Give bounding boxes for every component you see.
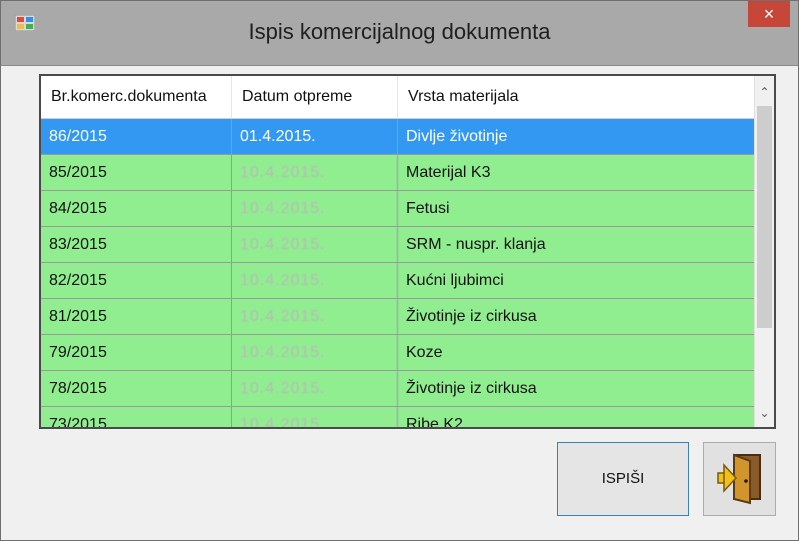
cell-ship-date[interactable]: 10.4.2015.	[232, 407, 398, 427]
cell-ship-date[interactable]: 01.4.2015.	[232, 119, 398, 154]
column-header-ship-date[interactable]: Datum otpreme	[232, 76, 398, 118]
cell-doc-number[interactable]: 83/2015	[41, 227, 232, 262]
print-button[interactable]: ISPIŠI	[557, 442, 689, 516]
exit-button[interactable]	[703, 442, 776, 516]
grid-header: Br.komerc.dokumenta Datum otpreme Vrsta …	[41, 76, 755, 119]
cell-ship-date[interactable]: 10.4.2015.	[232, 155, 398, 190]
table-row[interactable]: 82/2015 10.4.2015. Kućni ljubimci	[41, 263, 755, 299]
cell-ship-date[interactable]: 10.4.2015.	[232, 191, 398, 226]
window-title: Ispis komercijalnog dokumenta	[248, 19, 551, 44]
cell-doc-number[interactable]: 84/2015	[41, 191, 232, 226]
cell-doc-number[interactable]: 81/2015	[41, 299, 232, 334]
table-row[interactable]: 83/2015 10.4.2015. SRM - nuspr. klanja	[41, 227, 755, 263]
cell-doc-number[interactable]: 86/2015	[41, 119, 232, 154]
cell-material-type[interactable]: Divlje životinje	[398, 119, 755, 154]
column-header-material-type[interactable]: Vrsta materijala	[398, 76, 755, 118]
documents-grid[interactable]: Br.komerc.dokumenta Datum otpreme Vrsta …	[39, 74, 776, 429]
scroll-up-icon[interactable]: ⌃	[755, 80, 774, 104]
print-button-label: ISPIŠI	[601, 470, 645, 487]
table-row[interactable]: 86/2015 01.4.2015. Divlje životinje	[41, 119, 755, 155]
app-window: Ispis komercijalnog dokumenta × Br.komer…	[0, 0, 799, 541]
cell-doc-number[interactable]: 79/2015	[41, 335, 232, 370]
cell-ship-date[interactable]: 10.4.2015.	[232, 299, 398, 334]
close-button[interactable]: ×	[748, 1, 790, 27]
cell-ship-date[interactable]: 10.4.2015.	[232, 371, 398, 406]
cell-ship-date[interactable]: 10.4.2015.	[232, 263, 398, 298]
scrollbar-thumb[interactable]	[757, 106, 772, 328]
table-row[interactable]: 85/2015 10.4.2015. Materijal K3	[41, 155, 755, 191]
cell-material-type[interactable]: Fetusi	[398, 191, 755, 226]
cell-ship-date[interactable]: 10.4.2015.	[232, 335, 398, 370]
vertical-scrollbar[interactable]: ⌃ ⌄	[754, 76, 774, 427]
cell-material-type[interactable]: SRM - nuspr. klanja	[398, 227, 755, 262]
column-header-doc-number[interactable]: Br.komerc.dokumenta	[41, 76, 232, 118]
table-row[interactable]: 81/2015 10.4.2015. Životinje iz cirkusa	[41, 299, 755, 335]
cell-doc-number[interactable]: 73/2015	[41, 407, 232, 427]
cell-material-type[interactable]: Materijal K3	[398, 155, 755, 190]
exit-door-icon	[717, 453, 761, 505]
scroll-down-icon[interactable]: ⌄	[755, 401, 774, 425]
cell-material-type[interactable]: Ribe K2	[398, 407, 755, 427]
table-row[interactable]: 73/2015 10.4.2015. Ribe K2	[41, 407, 755, 427]
cell-material-type[interactable]: Životinje iz cirkusa	[398, 371, 755, 406]
title-bar[interactable]: Ispis komercijalnog dokumenta ×	[1, 1, 798, 66]
cell-doc-number[interactable]: 85/2015	[41, 155, 232, 190]
cell-doc-number[interactable]: 82/2015	[41, 263, 232, 298]
table-row[interactable]: 79/2015 10.4.2015. Koze	[41, 335, 755, 371]
table-row[interactable]: 84/2015 10.4.2015. Fetusi	[41, 191, 755, 227]
table-row[interactable]: 78/2015 10.4.2015. Životinje iz cirkusa	[41, 371, 755, 407]
cell-ship-date[interactable]: 10.4.2015.	[232, 227, 398, 262]
cell-doc-number[interactable]: 78/2015	[41, 371, 232, 406]
cell-material-type[interactable]: Životinje iz cirkusa	[398, 299, 755, 334]
cell-material-type[interactable]: Koze	[398, 335, 755, 370]
cell-material-type[interactable]: Kućni ljubimci	[398, 263, 755, 298]
